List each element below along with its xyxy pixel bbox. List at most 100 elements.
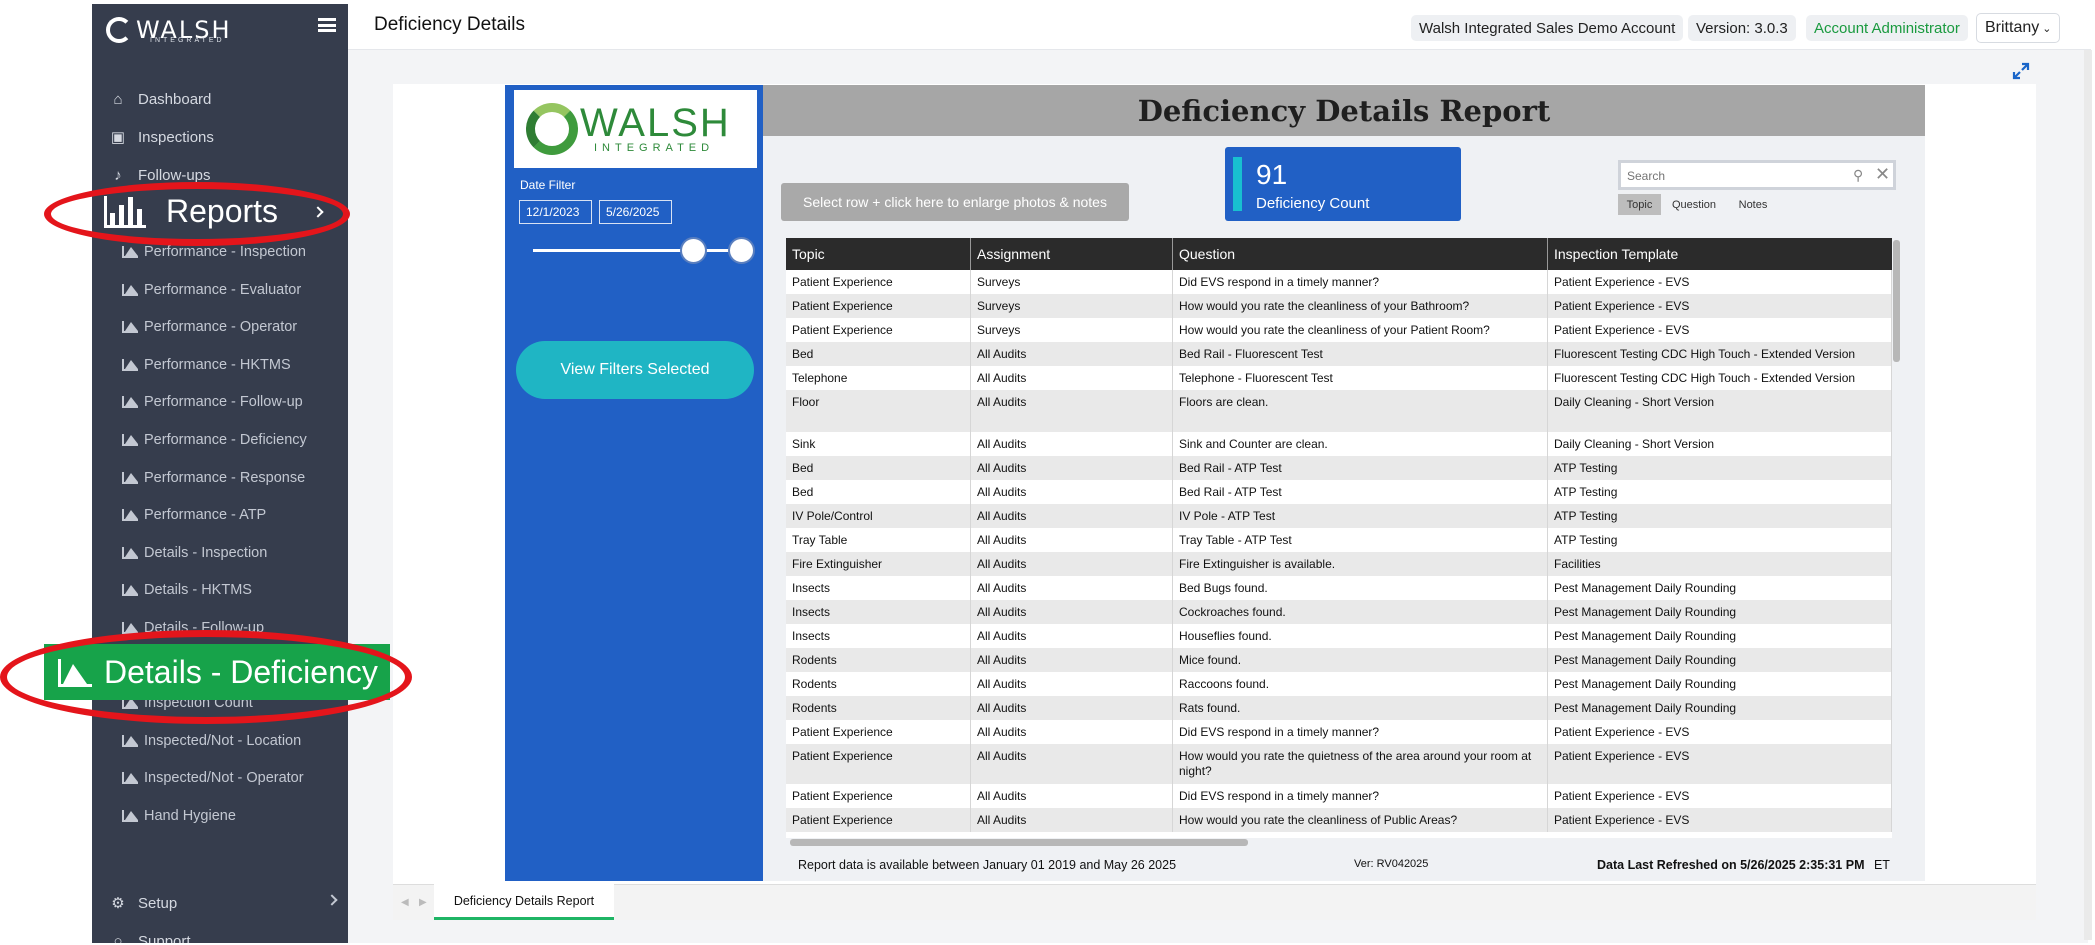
cell-assignment: All Audits — [971, 600, 1173, 624]
report-logo-brand: WALSH — [580, 101, 731, 145]
segment-topic[interactable]: Topic — [1618, 194, 1661, 215]
column-header-question[interactable]: Question — [1173, 238, 1548, 270]
column-header-topic[interactable]: Topic — [786, 238, 971, 270]
area-chart-icon — [122, 472, 138, 484]
table-row[interactable]: Insects All Audits Cockroaches found. Pest … — [786, 600, 1892, 624]
table-header: Topic Assignment Question Inspection Tem… — [786, 238, 1892, 270]
details-deficiency-menu-item[interactable]: Details - Deficiency — [58, 654, 378, 691]
date-slider-end-handle[interactable] — [728, 237, 755, 264]
search-icon[interactable]: ⚲ — [1853, 167, 1863, 184]
reports-menu-item[interactable]: Reports — [104, 193, 278, 230]
column-header-assignment[interactable]: Assignment — [971, 238, 1173, 270]
column-header-template[interactable]: Inspection Template — [1548, 238, 1892, 270]
table-row[interactable]: Rodents All Audits Mice found. Pest Managem… — [786, 648, 1892, 672]
table-row[interactable]: Bed All Audits Bed Rail - ATP Test ATP Test… — [786, 456, 1892, 480]
sidebar-report-details-hktms[interactable]: Details - HKTMS — [92, 576, 348, 604]
date-start-input[interactable]: 12/1/2023 — [519, 200, 592, 224]
gear-icon: ⚙ — [111, 895, 125, 912]
cell-assignment: Surveys — [971, 294, 1173, 318]
tab-next-icon[interactable]: ▶ — [419, 897, 427, 908]
clipboard-icon: ▣ — [110, 129, 126, 146]
walsh-logo[interactable]: WALSH INTEGRATED — [106, 12, 316, 48]
sidebar-report-inspected-not-operator[interactable]: Inspected/Not - Operator — [92, 764, 348, 792]
table-row[interactable]: Telephone All Audits Telephone - Fluoresce… — [786, 366, 1892, 390]
clear-search-icon[interactable]: ✕ — [1875, 164, 1890, 185]
table-row[interactable]: Rodents All Audits Rats found. Pest Managem… — [786, 696, 1892, 720]
cell-question: Rats found. — [1173, 696, 1548, 720]
segment-notes[interactable]: Notes — [1728, 194, 1778, 215]
table-row[interactable]: Insects All Audits Bed Bugs found. Pest Man… — [786, 576, 1892, 600]
table-horizontal-scrollbar[interactable] — [790, 839, 1248, 846]
sidebar-report-performance-atp[interactable]: Performance - ATP — [92, 501, 348, 529]
sidebar-item-setup[interactable]: ⚙ Setup — [92, 888, 348, 918]
table-row[interactable]: Tray Table All Audits Tray Table - ATP Tes… — [786, 528, 1892, 552]
cell-question: How would you rate the cleanliness of yo… — [1173, 318, 1548, 342]
table-row[interactable]: Bed All Audits Bed Rail - ATP Test ATP Test… — [786, 480, 1892, 504]
tab-deficiency-details-report[interactable]: Deficiency Details Report — [434, 884, 614, 920]
hamburger-menu-icon[interactable] — [318, 18, 336, 32]
cell-template: ATP Testing — [1548, 504, 1892, 528]
cell-question: How would you rate the cleanliness of Pu… — [1173, 808, 1548, 832]
date-slider-start-handle[interactable] — [680, 237, 707, 264]
sidebar-report-performance-hktms[interactable]: Performance - HKTMS — [92, 351, 348, 379]
page-title: Deficiency Details — [374, 14, 525, 35]
enlarge-photos-button[interactable]: Select row + click here to enlarge photo… — [781, 183, 1129, 221]
cell-question: How would you rate the cleanliness of yo… — [1173, 294, 1548, 318]
cell-assignment: All Audits — [971, 672, 1173, 696]
table-row[interactable]: Bed All Audits Bed Rail - Fluorescent Test… — [786, 342, 1892, 366]
cell-template: Patient Experience - EVS — [1548, 784, 1892, 808]
cell-question: Fire Extinguisher is available. — [1173, 552, 1548, 576]
date-filter-label: Date Filter — [520, 178, 576, 192]
table-row[interactable]: Patient Experience All Audits Did EVS resp… — [786, 720, 1892, 744]
cell-topic: Patient Experience — [786, 294, 971, 318]
sidebar-item-support[interactable]: ○ Support — [92, 926, 348, 944]
table-row[interactable]: Patient Experience All Audits How would yo… — [786, 808, 1892, 832]
cell-template: Patient Experience - EVS — [1548, 294, 1892, 318]
cell-assignment: All Audits — [971, 480, 1173, 504]
expand-icon[interactable] — [2012, 62, 2030, 80]
cell-template: Patient Experience - EVS — [1548, 720, 1892, 744]
segment-question[interactable]: Question — [1665, 194, 1723, 215]
cell-template: Pest Management Daily Rounding — [1548, 672, 1892, 696]
table-row[interactable]: IV Pole/Control All Audits IV Pole - ATP T… — [786, 504, 1892, 528]
cell-question: Tray Table - ATP Test — [1173, 528, 1548, 552]
top-header: Deficiency Details Walsh Integrated Sale… — [348, 4, 2091, 50]
table-row[interactable]: Insects All Audits Houseflies found. Pest M… — [786, 624, 1892, 648]
cell-template: Pest Management Daily Rounding — [1548, 696, 1892, 720]
chevron-down-icon: ⌄ — [2042, 22, 2052, 35]
cell-question: Did EVS respond in a timely manner? — [1173, 270, 1548, 294]
sidebar-report-performance-response[interactable]: Performance - Response — [92, 464, 348, 492]
date-end-input[interactable]: 5/26/2025 — [599, 200, 672, 224]
cell-topic: Floor — [786, 390, 971, 432]
table-row[interactable]: Rodents All Audits Raccoons found. Pest Man… — [786, 672, 1892, 696]
sidebar-item-inspections[interactable]: ▣ Inspections — [92, 122, 348, 152]
table-row[interactable]: Patient Experience All Audits Did EVS resp… — [786, 784, 1892, 808]
search-input[interactable] — [1627, 166, 1847, 186]
sidebar-item-label: Performance - Deficiency — [144, 432, 307, 448]
cell-topic: Tray Table — [786, 528, 971, 552]
sidebar-report-performance-follow-up[interactable]: Performance - Follow-up — [92, 388, 348, 416]
table-row[interactable]: Patient Experience Surveys How would you r… — [786, 294, 1892, 318]
cell-topic: Rodents — [786, 648, 971, 672]
user-menu-button[interactable]: Brittany ⌄ — [1976, 13, 2061, 43]
table-row[interactable]: Fire Extinguisher All Audits Fire Extingui… — [786, 552, 1892, 576]
tab-prev-icon[interactable]: ◀ — [401, 897, 409, 908]
page-scrollbar[interactable] — [2084, 50, 2092, 940]
sidebar-item-label: Performance - Evaluator — [144, 282, 302, 298]
table-vertical-scrollbar[interactable] — [1893, 240, 1900, 362]
sidebar-report-hand-hygiene[interactable]: Hand Hygiene — [92, 802, 348, 830]
table-row[interactable]: Patient Experience All Audits How would yo… — [786, 744, 1892, 784]
sidebar-report-details-inspection[interactable]: Details - Inspection — [92, 539, 348, 567]
sidebar-report-performance-evaluator[interactable]: Performance - Evaluator — [92, 276, 348, 304]
view-filters-button[interactable]: View Filters Selected — [516, 341, 754, 399]
table-row[interactable]: Patient Experience Surveys How would you r… — [786, 318, 1892, 342]
cell-template: Facilities — [1548, 552, 1892, 576]
sidebar-item-dashboard[interactable]: ⌂ Dashboard — [92, 84, 348, 114]
sidebar-report-performance-operator[interactable]: Performance - Operator — [92, 313, 348, 341]
sidebar-report-performance-deficiency[interactable]: Performance - Deficiency — [92, 426, 348, 454]
sidebar-report-inspected-not-location[interactable]: Inspected/Not - Location — [92, 727, 348, 755]
table-row[interactable]: Patient Experience Surveys Did EVS respond… — [786, 270, 1892, 294]
table-row[interactable]: Sink All Audits Sink and Counter are clean… — [786, 432, 1892, 456]
table-row[interactable]: Floor All Audits Floors are clean. Daily Cl… — [786, 390, 1892, 432]
cell-topic: Rodents — [786, 696, 971, 720]
